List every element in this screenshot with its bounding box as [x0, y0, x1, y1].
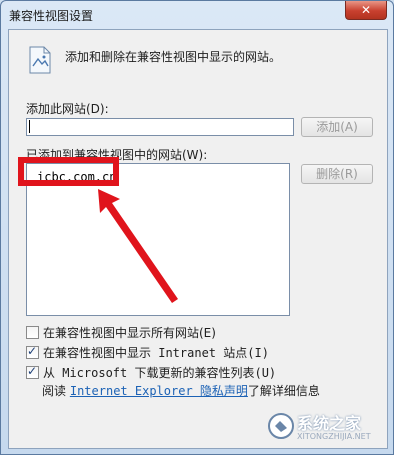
checkbox-checked[interactable]: [26, 344, 39, 359]
intro-text: 添加和删除在兼容性视图中显示的网站。: [65, 50, 282, 64]
annotation-arrow-icon: [98, 189, 178, 303]
annotation-highlight-box: [18, 157, 119, 186]
close-button[interactable]: ✕: [345, 1, 387, 20]
option-show-all-sites[interactable]: 在兼容性视图中显示所有网站(E): [26, 324, 216, 341]
watermark-subtext: XITONGZHIJIA.NET: [297, 432, 371, 441]
option-label: 在兼容性视图中显示所有网站(E): [43, 326, 216, 340]
add-site-label: 添加此网站(D):: [26, 102, 109, 116]
checkbox-unchecked[interactable]: [26, 326, 39, 339]
option-label: 从 Microsoft 下载更新的兼容性列表(U): [43, 366, 277, 380]
watermark-logo: 系统之家 XITONGZHIJIA.NET: [267, 408, 387, 448]
privacy-line: 阅读 Internet Explorer 隐私声明了解详细信息: [42, 382, 320, 399]
privacy-link[interactable]: Internet Explorer 隐私声明: [70, 384, 248, 398]
dialog-body: 添加和删除在兼容性视图中显示的网站。 添加此网站(D): 添加(A) 已添加到兼…: [8, 29, 388, 449]
privacy-prefix: 阅读: [42, 384, 67, 398]
checkbox-checked[interactable]: [26, 364, 39, 379]
window-title: 兼容性视图设置: [9, 9, 94, 23]
document-icon: [29, 46, 51, 74]
remove-button[interactable]: 删除(R): [301, 164, 373, 184]
title-bar[interactable]: 兼容性视图设置 ✕: [1, 1, 393, 29]
option-download-list[interactable]: 从 Microsoft 下载更新的兼容性列表(U): [26, 364, 276, 381]
option-label: 在兼容性视图中显示 Intranet 站点(I): [43, 346, 269, 360]
watermark-icon: [268, 413, 294, 439]
text-caret: [29, 120, 30, 133]
add-button[interactable]: 添加(A): [301, 117, 373, 137]
dialog-window: 兼容性视图设置 ✕ 添加和删除在兼容性视图中显示的网站。 添加此网站(D): 添…: [0, 0, 394, 455]
add-site-input[interactable]: [26, 118, 294, 136]
privacy-suffix: 了解详细信息: [247, 384, 320, 398]
watermark-text: 系统之家: [297, 414, 362, 433]
option-show-intranet[interactable]: 在兼容性视图中显示 Intranet 站点(I): [26, 344, 269, 361]
